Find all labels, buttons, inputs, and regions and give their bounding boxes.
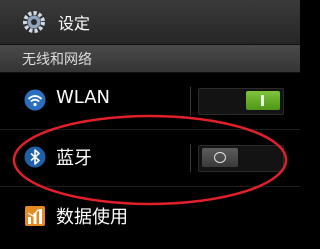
settings-row-data-usage[interactable]: 数据使用 xyxy=(0,187,300,245)
row-label-data-usage: 数据使用 xyxy=(56,207,128,228)
settings-row-bluetooth[interactable]: 蓝牙 xyxy=(0,130,300,187)
row-label-wlan: WLAN xyxy=(56,87,111,108)
section-header: 无线和网络 xyxy=(0,45,300,73)
toggle-on-mark xyxy=(261,95,264,106)
wlan-toggle[interactable] xyxy=(198,88,284,115)
app-header: 设定 xyxy=(0,0,300,45)
data-usage-icon xyxy=(25,206,45,226)
divider xyxy=(190,87,191,115)
page-title: 设定 xyxy=(58,14,91,33)
wifi-icon xyxy=(24,89,46,111)
section-title: 无线和网络 xyxy=(22,52,92,68)
bluetooth-icon xyxy=(24,146,46,168)
row-label-bluetooth: 蓝牙 xyxy=(56,148,92,169)
bluetooth-toggle[interactable] xyxy=(198,145,284,172)
gear-icon xyxy=(23,11,45,33)
toggle-knob-off xyxy=(202,148,238,167)
toggle-off-mark xyxy=(214,152,226,163)
toggle-knob-on xyxy=(246,91,280,110)
divider xyxy=(190,144,191,172)
settings-row-wlan[interactable]: WLAN xyxy=(0,73,300,130)
